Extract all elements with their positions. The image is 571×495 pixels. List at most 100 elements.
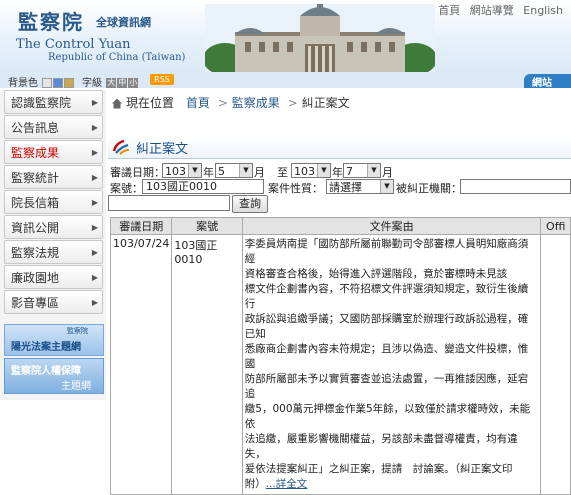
chevron-down-icon: ▼	[367, 164, 380, 177]
reason-line: 防部所屬部未予以實質審查並追法處置，一再推諉因應，延宕追	[244, 373, 529, 400]
chevron-down-icon: ▼	[188, 164, 201, 177]
column-header-date: 審議日期	[109, 217, 173, 235]
top-link-sitemap[interactable]: 網站導覽	[470, 4, 514, 17]
rss-button[interactable]: RSS	[150, 74, 174, 85]
chevron-right-icon: ▶	[91, 173, 98, 182]
font-size-label: 字級	[82, 78, 102, 89]
breadcrumb-results[interactable]: 監察成果	[232, 96, 280, 110]
sidebar-item-media[interactable]: 影音專區 ▶	[4, 290, 103, 314]
case-number-input[interactable]: 103國正0010	[142, 179, 264, 194]
background-swatch-gray[interactable]	[42, 78, 53, 88]
font-size-small-button[interactable]: 小	[128, 78, 139, 88]
table-header-row: 審議日期 案號 文件案由 Offi	[109, 217, 571, 235]
breadcrumb-home[interactable]: 首頁	[186, 96, 210, 110]
sidebar: 認識監察院 ▶ 公告訊息 ▶ 監察成果 ▶ 監察統計 ▶ 院長信箱 ▶ 資訊公開 ▶ 監察法…	[0, 90, 106, 400]
banner-sub-label: 主題網	[61, 381, 91, 392]
logo-english-subtitle: Republic of China (Taiwan)	[48, 52, 186, 63]
column-header-office: Offi	[540, 217, 571, 235]
chevron-right-icon: ▶	[91, 248, 98, 257]
background-swatch-gold[interactable]	[64, 78, 75, 88]
sidebar-item-mailbox[interactable]: 院長信箱 ▶	[4, 190, 103, 214]
chevron-right-icon: ▶	[91, 148, 98, 157]
reason-line: 法追繳，嚴重影響機關權益，另該部未盡督導權責，均有違失，	[244, 433, 518, 460]
chevron-right-icon: ▶	[91, 298, 98, 307]
logo-english-title: The Control Yuan	[16, 37, 131, 52]
row-case-number: 103國正0010	[171, 234, 243, 495]
breadcrumb-separator: >	[217, 96, 228, 110]
sidebar-item-open-info[interactable]: 資訊公開 ▶	[4, 215, 103, 239]
correction-case-icon	[112, 139, 130, 155]
font-size-group: 字級 大中小	[82, 74, 139, 89]
sidebar-item-label: 監察法規	[11, 246, 60, 260]
sidebar-item-label: 公告訊息	[11, 121, 60, 135]
row-date: 103/07/24	[109, 234, 173, 495]
sidebar-item-label: 廉政園地	[11, 271, 60, 285]
font-size-medium-button[interactable]: 中	[117, 78, 128, 88]
month-unit-label: 月	[254, 166, 265, 179]
to-label: 至	[277, 166, 288, 179]
sidebar-item-announcements[interactable]: 公告訊息 ▶	[4, 115, 103, 139]
sitemap-tab[interactable]: 網站	[524, 74, 571, 89]
background-color-label: 背景色	[8, 78, 38, 89]
section-header: 糾正案文	[108, 136, 571, 159]
logo-chinese-title[interactable]: 監察院	[18, 6, 84, 35]
reason-line: 附）	[244, 478, 266, 490]
reason-text: 李委員炳南提「國防部所屬前聯勤司令部審標人員明知廠商須經 資格審查合格後，始得進…	[245, 237, 539, 492]
sidebar-item-regulations[interactable]: 監察法規 ▶	[4, 240, 103, 264]
to-month-select[interactable]: 7 ▼	[343, 163, 381, 178]
sunshine-act-banner[interactable]: 監察院 陽光法案主題網	[4, 324, 104, 356]
font-size-large-button[interactable]: 大	[106, 78, 117, 88]
top-links: 首頁 網站導覽 English	[432, 2, 563, 18]
from-month-value: 5	[218, 165, 225, 178]
chevron-right-icon: ▶	[91, 98, 98, 107]
banner-main-label: 監察院人權保障	[11, 366, 81, 377]
page-title: 糾正案文	[136, 142, 189, 157]
row-office	[540, 234, 571, 495]
home-icon	[112, 98, 122, 109]
sidebar-item-results[interactable]: 監察成果 ▶	[4, 140, 103, 164]
table-row: 103/07/24 103國正0010 李委員炳南提「國防部所屬前聯勤司令部審標…	[109, 234, 571, 495]
sidebar-item-label: 認識監察院	[11, 96, 72, 110]
building-illustration	[205, 4, 435, 72]
target-agency-input[interactable]	[460, 179, 571, 194]
column-header-case-number: 案號	[171, 217, 243, 235]
background-color-group: 背景色	[8, 74, 75, 89]
case-nature-label: 案件性質：	[268, 182, 323, 195]
human-rights-banner[interactable]: 監察院人權保障 主題網	[4, 358, 104, 394]
banner-small-label: 監察院	[67, 327, 88, 335]
from-month-select[interactable]: 5 ▼	[215, 163, 253, 178]
read-full-text-link[interactable]: ...詳全文	[266, 478, 308, 490]
chevron-right-icon: ▶	[91, 223, 98, 232]
logo-chinese-subtitle: 全球資訊網	[96, 16, 151, 29]
year-unit-label: 年	[203, 166, 214, 179]
breadcrumb-prefix: 現在位置	[126, 96, 175, 110]
chevron-down-icon: ▼	[380, 180, 393, 193]
case-nature-select[interactable]: 請選擇 ▼	[326, 179, 394, 194]
sidebar-item-label: 資訊公開	[11, 221, 60, 235]
keyword-input[interactable]	[108, 195, 230, 211]
breadcrumb-current: 糾正案文	[301, 96, 350, 110]
reason-line: 繳5，000萬元押標金作業5年餘，以致僅於請求權時效，未能依	[244, 403, 531, 430]
sidebar-item-label: 影音專區	[11, 296, 60, 310]
to-year-select[interactable]: 103 ▼	[291, 163, 331, 178]
reason-line: 政訴訟與追繳爭議；又國防部採購室於辦理行政訴訟過程，確已知	[244, 313, 529, 340]
results-table: 審議日期 案號 文件案由 Offi 103/07/24 103國正0010 李委…	[109, 217, 571, 495]
sidebar-item-about[interactable]: 認識監察院 ▶	[4, 90, 103, 114]
sidebar-item-label: 監察成果	[11, 146, 60, 160]
row-reason: 李委員炳南提「國防部所屬前聯勤司令部審標人員明知廠商須經 資格審查合格後，始得進…	[241, 234, 542, 495]
top-link-home[interactable]: 首頁	[438, 4, 460, 17]
chevron-down-icon: ▼	[317, 164, 330, 177]
reason-line: 悉廠商企劃書內容未符規定；且涉以偽造、變造文件投標，惟國	[244, 343, 529, 370]
to-month-value: 7	[346, 165, 353, 178]
sidebar-item-integrity[interactable]: 廉政園地 ▶	[4, 265, 103, 289]
review-date-label: 審議日期：	[110, 166, 165, 179]
display-settings-bar: 背景色 字級 大中小 RSS	[0, 72, 571, 89]
year-unit-label: 年	[332, 166, 343, 179]
from-year-select[interactable]: 103 ▼	[162, 163, 202, 178]
background-swatch-blue[interactable]	[53, 78, 64, 88]
from-year-value: 103	[165, 165, 186, 178]
sidebar-item-statistics[interactable]: 監察統計 ▶	[4, 165, 103, 189]
query-button[interactable]: 查詢	[232, 195, 268, 213]
top-link-english[interactable]: English	[523, 4, 563, 17]
case-number-label: 案號：	[110, 182, 143, 195]
